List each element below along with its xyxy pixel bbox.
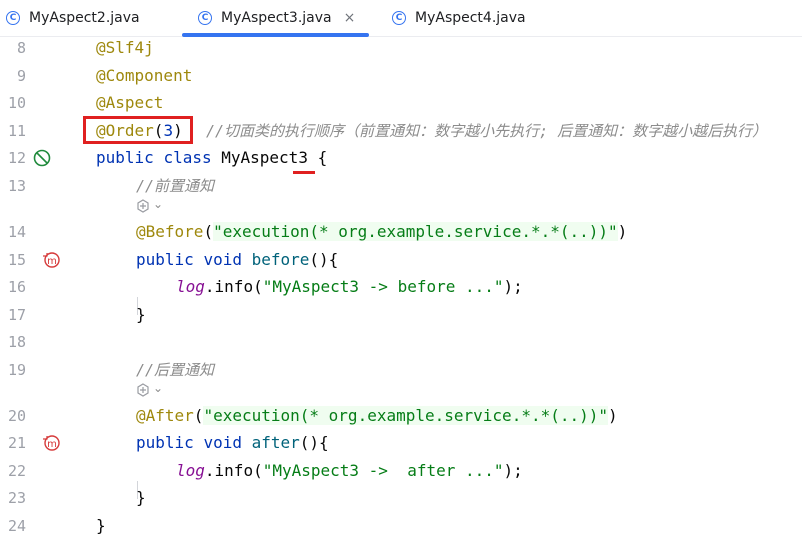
annotation: @Aspect	[96, 93, 164, 112]
closing-brace: }	[96, 516, 106, 535]
code-line-19: 19 //后置通知	[0, 358, 802, 382]
code-line-24: 24 }	[0, 514, 802, 538]
after-annotation: @After("execution(* org.example.service.…	[136, 406, 618, 425]
line-number: 16	[7, 278, 26, 296]
code-line-16: 16 log.info("MyAspect3 -> before ...");	[0, 275, 802, 299]
tab-myaspect2[interactable]: C MyAspect2.java	[6, 0, 140, 36]
code-line-10: 10 @Aspect	[0, 91, 802, 115]
line-number: 12	[7, 149, 26, 167]
closing-brace: }	[136, 305, 146, 324]
tab-myaspect3[interactable]: C MyAspect3.java ×	[181, 0, 370, 37]
order-comment: //切面类的执行顺序（前置通知：数字越小先执行; 后置通知：数字越小越后执行）	[206, 122, 768, 140]
code-line-18: 18	[0, 330, 802, 354]
close-icon[interactable]: ×	[344, 10, 356, 26]
line-number: 13	[7, 177, 26, 195]
comment: //后置通知	[136, 361, 215, 379]
svg-text:m: m	[47, 256, 57, 267]
comment: //前置通知	[136, 177, 215, 195]
code-line-9: 9 @Component	[0, 64, 802, 88]
class-icon: C	[6, 11, 20, 25]
line-number: 15	[7, 251, 26, 269]
svg-text:m: m	[47, 439, 57, 450]
closing-brace: }	[136, 488, 146, 507]
code-line-22: 22 log.info("MyAspect3 -> after ...");	[0, 459, 802, 483]
method-advice-icon[interactable]: m	[41, 433, 61, 453]
line-number: 17	[7, 306, 26, 324]
code-line-8: 8 @Slf4j	[0, 36, 802, 60]
log-statement: log.info("MyAspect3 -> after ...");	[176, 461, 523, 480]
code-line-13: 13 //前置通知	[0, 174, 802, 198]
after-method-signature: public void after(){	[136, 433, 329, 452]
tab-myaspect4[interactable]: C MyAspect4.java	[392, 0, 526, 36]
no-usages-icon[interactable]	[32, 148, 52, 168]
highlight-box	[83, 116, 193, 144]
method-advice-icon[interactable]: m	[41, 250, 61, 270]
tab-label: MyAspect4.java	[415, 10, 526, 26]
line-number: 11	[7, 122, 26, 140]
annotation: @Component	[96, 66, 193, 85]
line-number: 19	[7, 361, 26, 379]
line-number: 9	[16, 67, 26, 85]
ai-hint-icon[interactable]: ⌄	[136, 381, 163, 401]
code-line-23: 23 }	[0, 486, 802, 510]
ai-hint-icon[interactable]: ⌄	[136, 197, 163, 217]
class-icon: C	[198, 11, 212, 25]
line-number: 23	[7, 489, 26, 507]
line-number: 8	[16, 39, 26, 57]
class-icon: C	[392, 11, 406, 25]
code-line-20: 20 @After("execution(* org.example.servi…	[0, 404, 802, 428]
before-method-signature: public void before(){	[136, 250, 339, 269]
line-number: 18	[7, 333, 26, 351]
log-statement: log.info("MyAspect3 -> before ...");	[176, 277, 523, 296]
tab-label: MyAspect3.java	[221, 10, 332, 26]
line-number: 24	[7, 517, 26, 535]
line-number: 10	[7, 94, 26, 112]
code-editor[interactable]: 8 @Slf4j 9 @Component 10 @Aspect 11 @Ord…	[0, 36, 802, 541]
line-number: 20	[7, 407, 26, 425]
code-line-14: 14 @Before("execution(* org.example.serv…	[0, 220, 802, 244]
before-annotation: @Before("execution(* org.example.service…	[136, 222, 628, 241]
annotation: @Slf4j	[96, 38, 154, 57]
line-number: 14	[7, 223, 26, 241]
code-line-15: 15 m public void before(){	[0, 248, 802, 272]
class-declaration: public class MyAspect3 {	[96, 148, 328, 167]
code-line-21: 21 m public void after(){	[0, 431, 802, 455]
line-number: 22	[7, 462, 26, 480]
line-number: 21	[7, 434, 26, 452]
editor-tab-bar: C MyAspect2.java C MyAspect3.java × C My…	[0, 0, 802, 37]
code-line-12: 12 public class MyAspect3 {	[0, 146, 802, 170]
code-line-17: 17 }	[0, 303, 802, 327]
tab-label: MyAspect2.java	[29, 10, 140, 26]
